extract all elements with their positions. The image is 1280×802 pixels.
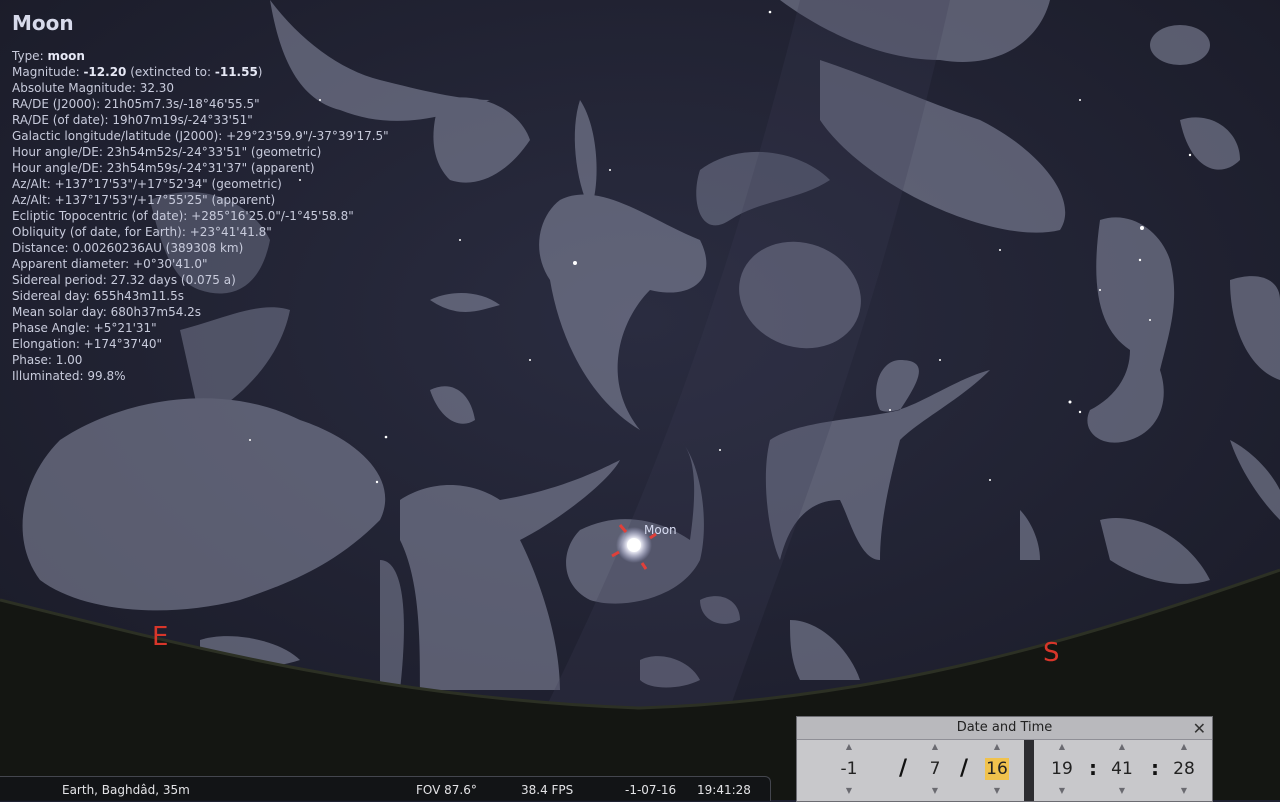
info-line: RA/DE (J2000): 21h05m7.3s/-18°46'55.5" [12,97,260,111]
info-line: Ecliptic Topocentric (of date): +285°16'… [12,209,354,223]
info-line: Sidereal day: 655h43m11.5s [12,289,185,303]
magnitude-value: -12.20 [83,65,127,79]
info-line: Hour angle/DE: 23h54m59s/-24°31'37" (app… [12,161,315,175]
second-value[interactable]: 28 [1162,754,1206,784]
fps-text: 38.4 FPS [521,783,574,797]
info-line: Absolute Magnitude: 32.30 [12,81,175,95]
dialog-header[interactable]: Date and Time ✕ [797,717,1212,740]
info-line: Phase: 1.00 [12,353,83,367]
info-line: Mean solar day: 680h37m54.2s [12,305,202,319]
year-value[interactable]: -1 [827,754,871,784]
day-down-arrow-icon[interactable]: ▼ [975,784,1019,798]
info-line: Galactic longitude/latitude (J2000): +29… [12,129,389,143]
year-up-arrow-icon[interactable]: ▲ [827,740,871,754]
day-up-arrow-icon[interactable]: ▲ [975,740,1019,754]
time-separator: : [1089,756,1097,780]
hour-down-arrow-icon[interactable]: ▼ [1040,784,1084,798]
dialog-title: Date and Time [956,720,1053,735]
time-separator: : [1151,756,1159,780]
date-separator: / [960,756,969,781]
month-down-arrow-icon[interactable]: ▼ [913,784,957,798]
object-info-panel: Moon Type: moon Magnitude: -12.20 (extin… [12,10,472,384]
info-line: Az/Alt: +137°17'53"/+17°52'34" (geometri… [12,177,282,191]
extincted-value: -11.55 [214,65,258,79]
moon-label[interactable]: Moon [644,523,677,537]
dialog-divider [1024,740,1034,801]
type-value: moon [47,49,85,63]
fov-text: FOV 87.6° [416,783,477,797]
hour-spinner[interactable]: ▲ 19 ▼ [1040,740,1084,801]
magnitude-row: Magnitude: -12.20 (extincted to: -11.55) [12,64,472,80]
month-value[interactable]: 7 [913,754,957,784]
magnitude-label: Magnitude: [12,65,80,79]
info-line: Hour angle/DE: 23h54m52s/-24°33'51" (geo… [12,145,322,159]
extincted-close: ) [257,65,263,79]
year-down-arrow-icon[interactable]: ▼ [827,784,871,798]
status-bar: Earth, Baghdâd, 35m FOV 87.6° 38.4 FPS -… [0,776,771,801]
day-spinner[interactable]: ▲ 16 ▼ [975,740,1019,801]
minute-up-arrow-icon[interactable]: ▲ [1100,740,1144,754]
hour-value[interactable]: 19 [1040,754,1084,784]
month-up-arrow-icon[interactable]: ▲ [913,740,957,754]
type-label: Type: [12,49,44,63]
info-line: Az/Alt: +137°17'53"/+17°55'25" (apparent… [12,193,276,207]
object-type-row: Type: moon [12,48,472,64]
date-separator: / [899,756,908,781]
info-line: Phase Angle: +5°21'31" [12,321,157,335]
info-line: Obliquity (of date, for Earth): +23°41'4… [12,225,272,239]
info-line: Distance: 0.00260236AU (389308 km) [12,241,244,255]
cardinal-east-label: E [152,622,169,652]
info-line: Elongation: +174°37'40" [12,337,162,351]
date-text[interactable]: -1-07-16 [625,783,676,797]
close-icon[interactable]: ✕ [1193,718,1206,740]
month-spinner[interactable]: ▲ 7 ▼ [913,740,957,801]
cardinal-south-label: S [1043,638,1060,668]
date-time-dialog: Date and Time ✕ ▲ -1 ▼ / ▲ 7 ▼ / ▲ 16 ▼ … [796,716,1213,802]
minute-value[interactable]: 41 [1100,754,1144,784]
location-text[interactable]: Earth, Baghdâd, 35m [62,783,190,797]
info-line: Apparent diameter: +0°30'41.0" [12,257,208,271]
info-line: Sidereal period: 27.32 days (0.075 a) [12,273,236,287]
second-down-arrow-icon[interactable]: ▼ [1162,784,1206,798]
extincted-label: (extincted to: [130,65,212,79]
day-value[interactable]: 16 [985,758,1009,780]
object-name: Moon [12,11,74,35]
time-text[interactable]: 19:41:28 [697,783,751,797]
info-line: RA/DE (of date): 19h07m19s/-24°33'51" [12,113,253,127]
year-spinner[interactable]: ▲ -1 ▼ [827,740,871,801]
hour-up-arrow-icon[interactable]: ▲ [1040,740,1084,754]
day-field[interactable]: 16 [975,754,1019,784]
minute-spinner[interactable]: ▲ 41 ▼ [1100,740,1144,801]
second-spinner[interactable]: ▲ 28 ▼ [1162,740,1206,801]
second-up-arrow-icon[interactable]: ▲ [1162,740,1206,754]
minute-down-arrow-icon[interactable]: ▼ [1100,784,1144,798]
info-line: Illuminated: 99.8% [12,369,126,383]
